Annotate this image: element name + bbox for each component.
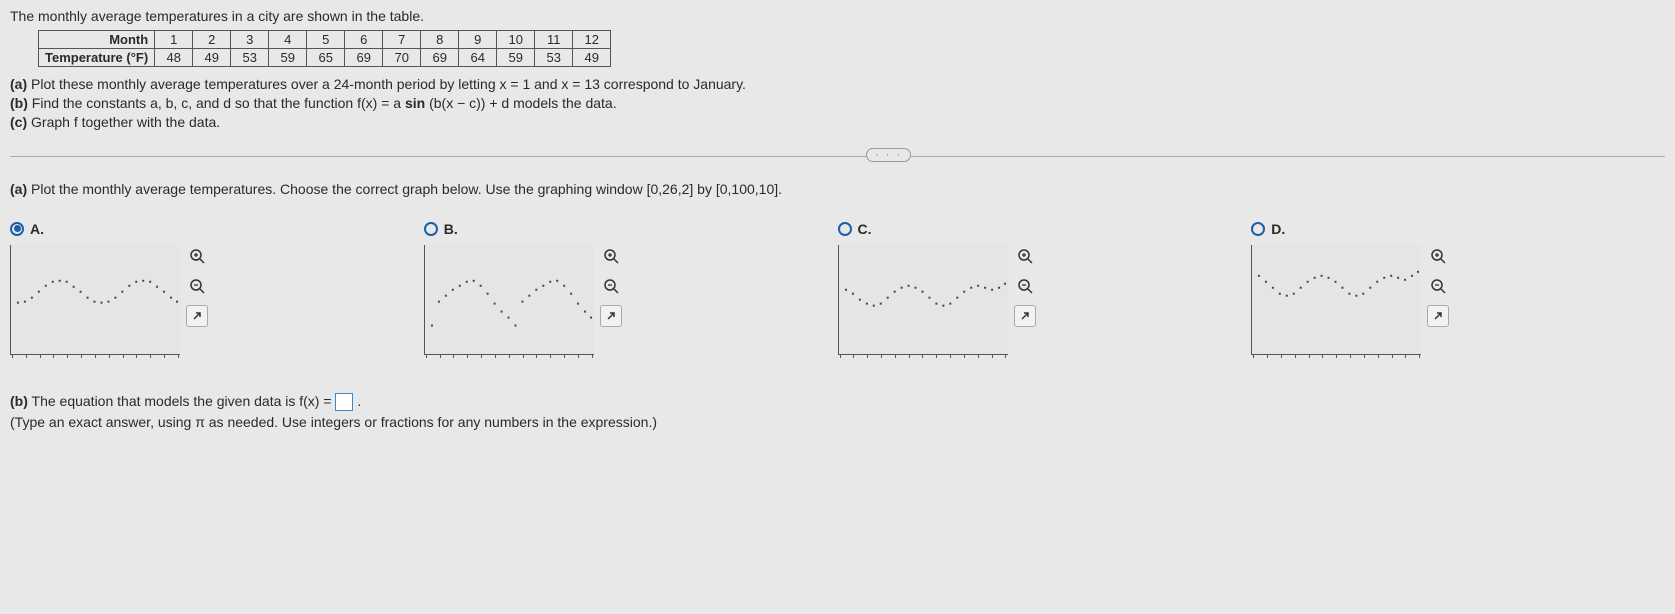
popout-icon[interactable]	[1014, 305, 1036, 327]
expand-dots-button[interactable]: · · ·	[866, 148, 911, 162]
zoom-out-icon[interactable]	[600, 275, 622, 297]
zoom-out-icon[interactable]	[1427, 275, 1449, 297]
popout-icon[interactable]	[186, 305, 208, 327]
month-label: Month	[39, 31, 155, 49]
option-c-label: C.	[858, 221, 872, 237]
problem-statement: (a) Plot these monthly average temperatu…	[10, 75, 1665, 132]
part-a-question: (a) Plot the monthly average temperature…	[10, 181, 1665, 197]
radio-b[interactable]	[424, 222, 438, 236]
option-d-label: D.	[1271, 221, 1285, 237]
intro-text: The monthly average temperatures in a ci…	[10, 8, 1665, 24]
zoom-in-icon[interactable]	[600, 245, 622, 267]
answer-input[interactable]	[335, 393, 353, 411]
zoom-in-icon[interactable]	[1427, 245, 1449, 267]
zoom-in-icon[interactable]	[186, 245, 208, 267]
answer-options: A.	[10, 221, 1665, 355]
table-row-temps: Temperature (°F) 48 49 53 59 65 69 70 69…	[39, 49, 611, 67]
part-b-section: (b) The equation that models the given d…	[10, 391, 1665, 433]
graph-b	[424, 245, 594, 355]
section-divider	[10, 156, 1665, 157]
radio-c[interactable]	[838, 222, 852, 236]
option-c[interactable]: C.	[838, 221, 1252, 355]
popout-icon[interactable]	[600, 305, 622, 327]
table-row-months: Month 1 2 3 4 5 6 7 8 9 10 11 12	[39, 31, 611, 49]
option-d[interactable]: D.	[1251, 221, 1665, 355]
popout-icon[interactable]	[1427, 305, 1449, 327]
graph-c	[838, 245, 1008, 355]
radio-d[interactable]	[1251, 222, 1265, 236]
option-b-label: B.	[444, 221, 458, 237]
zoom-in-icon[interactable]	[1014, 245, 1036, 267]
temp-label: Temperature (°F)	[39, 49, 155, 67]
option-b[interactable]: B.	[424, 221, 838, 355]
graph-a	[10, 245, 180, 355]
radio-a[interactable]	[10, 222, 24, 236]
temperature-table: Month 1 2 3 4 5 6 7 8 9 10 11 12 Tempera…	[38, 30, 611, 67]
zoom-out-icon[interactable]	[186, 275, 208, 297]
option-a[interactable]: A.	[10, 221, 424, 355]
graph-d	[1251, 245, 1421, 355]
zoom-out-icon[interactable]	[1014, 275, 1036, 297]
option-a-label: A.	[30, 221, 44, 237]
part-b-hint: (Type an exact answer, using π as needed…	[10, 412, 1665, 433]
